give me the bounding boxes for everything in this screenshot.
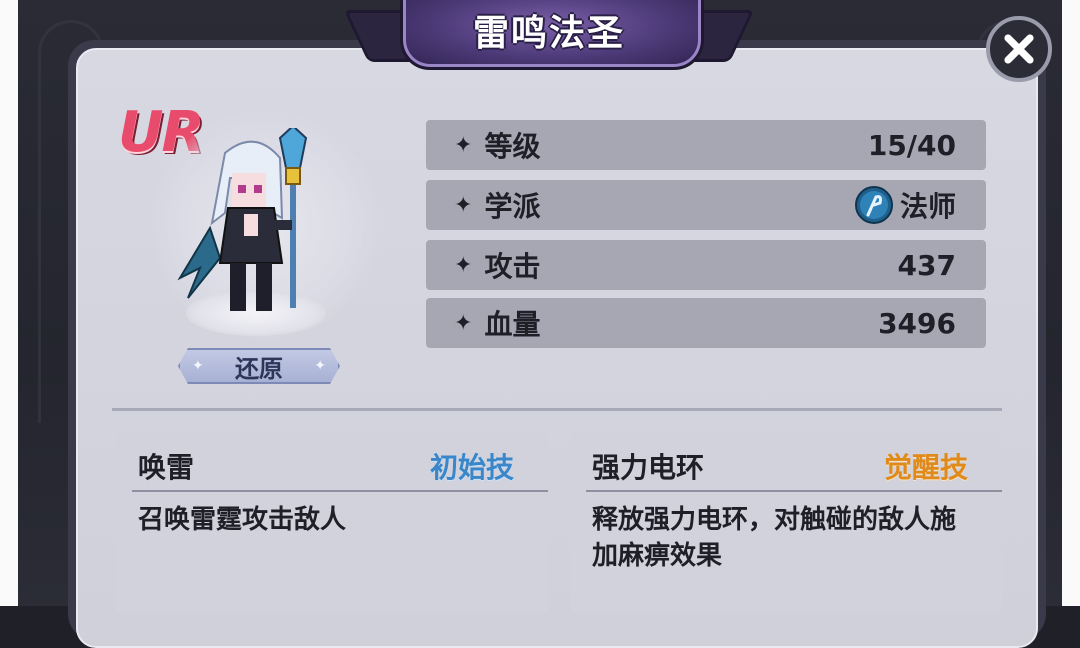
- skill-name: 唤雷: [138, 451, 195, 484]
- skill-card-awaken[interactable]: 强力电环 觉醒技 释放强力电环，对触碰的敌人施加麻痹效果: [570, 432, 1002, 612]
- skill-tag: 初始技: [429, 451, 514, 484]
- skill-name: 强力电环: [592, 451, 705, 484]
- reset-button-label: 还原: [235, 354, 283, 383]
- skill-description: 释放强力电环，对触碰的敌人施加麻痹效果: [592, 505, 957, 571]
- stat-label: 等级: [484, 130, 541, 163]
- skill-divider: [586, 490, 1002, 492]
- close-button[interactable]: [986, 16, 1052, 82]
- close-icon: [1004, 34, 1034, 64]
- stat-value: 15/40: [867, 128, 956, 162]
- bullet-icon: ✦: [454, 192, 473, 218]
- section-divider: [112, 408, 1002, 411]
- stat-row-attack: ✦ 攻击 437: [426, 240, 986, 290]
- hero-portrait: [177, 128, 308, 311]
- skill-tag: 觉醒技: [883, 451, 968, 484]
- stat-value: 437: [897, 248, 956, 282]
- stat-label: 血量: [484, 308, 541, 341]
- bullet-icon: ✦: [454, 132, 473, 158]
- title-banner: 雷鸣法圣: [343, 0, 755, 70]
- stat-row-school: ✦ 学派 法师: [426, 180, 986, 230]
- stat-row-level: ✦ 等级 15/40: [426, 120, 986, 170]
- skill-description: 召唤雷霆攻击敌人: [138, 505, 347, 535]
- sparkle-icon: ✦: [314, 358, 326, 374]
- stat-row-hp: ✦ 血量 3496: [426, 298, 986, 348]
- right-edge-stripe: [1062, 0, 1080, 606]
- skill-header: 唤雷 初始技: [116, 432, 548, 492]
- skill-header: 强力电环 觉醒技: [570, 432, 1002, 492]
- bullet-icon: ✦: [454, 310, 473, 336]
- left-edge-stripe: [0, 0, 18, 606]
- skill-card-initial[interactable]: 唤雷 初始技 召唤雷霆攻击敌人: [116, 432, 548, 612]
- mage-school-icon: [854, 186, 893, 224]
- reset-button[interactable]: ✦ 还原 ✦: [178, 348, 340, 384]
- stat-label: 攻击: [484, 250, 541, 283]
- stat-value: 法师: [899, 190, 956, 223]
- stat-value: 3496: [878, 306, 956, 340]
- hero-name-title: 雷鸣法圣: [472, 13, 625, 54]
- sparkle-icon: ✦: [192, 358, 204, 374]
- stat-value-wrap: 法师: [854, 185, 956, 225]
- bullet-icon: ✦: [454, 252, 473, 278]
- stat-label: 学派: [484, 190, 541, 223]
- skill-divider: [132, 490, 548, 492]
